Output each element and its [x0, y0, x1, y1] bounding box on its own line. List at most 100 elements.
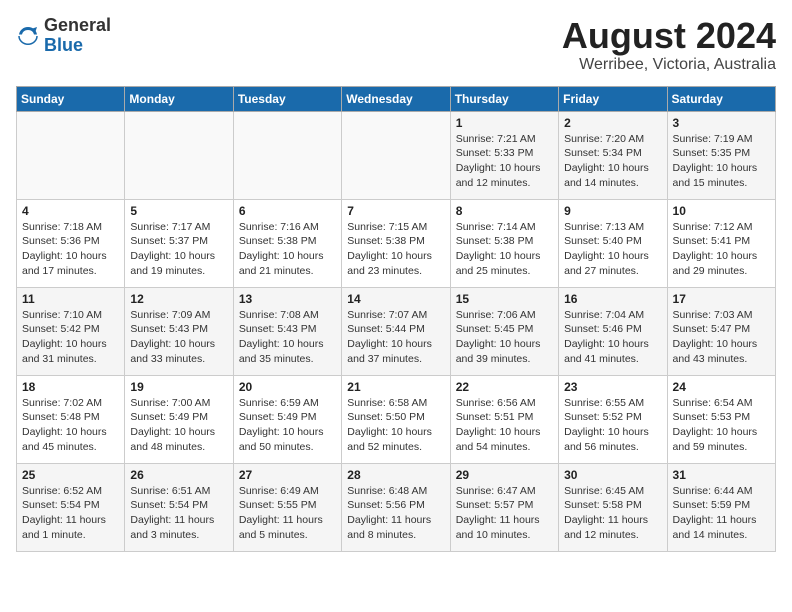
day-info: Sunrise: 7:10 AM Sunset: 5:42 PM Dayligh…: [22, 308, 119, 367]
day-number: 10: [673, 204, 770, 218]
calendar-cell: 23 Sunrise: 6:55 AM Sunset: 5:52 PM Dayli…: [559, 375, 667, 463]
calendar-cell: 19Sunrise: 7:00 AM Sunset: 5:49 PM Dayli…: [125, 375, 233, 463]
day-number: 19: [130, 380, 227, 394]
day-info: Sunrise: 7:02 AM Sunset: 5:48 PM Dayligh…: [22, 396, 119, 455]
day-info: Sunrise: 7:08 AM Sunset: 5:43 PM Dayligh…: [239, 308, 336, 367]
day-number: 8: [456, 204, 553, 218]
location-title: Werribee, Victoria, Australia: [562, 56, 776, 74]
calendar-week-row: 25Sunrise: 6:52 AM Sunset: 5:54 PM Dayli…: [17, 463, 776, 551]
day-info: Sunrise: 7:16 AM Sunset: 5:38 PM Dayligh…: [239, 220, 336, 279]
day-info: Sunrise: 6:45 AM Sunset: 5:58 PM Dayligh…: [564, 484, 661, 543]
calendar-cell: 29 Sunrise: 6:47 AM Sunset: 5:57 PM Dayli…: [450, 463, 558, 551]
day-info: Sunrise: 7:07 AM Sunset: 5:44 PM Dayligh…: [347, 308, 444, 367]
calendar-cell: 11 Sunrise: 7:10 AM Sunset: 5:42 PM Dayli…: [17, 287, 125, 375]
day-number: 20: [239, 380, 336, 394]
calendar-table: SundayMondayTuesdayWednesdayThursdayFrid…: [16, 86, 776, 552]
day-number: 31: [673, 468, 770, 482]
title-block: August 2024 Werribee, Victoria, Australi…: [562, 16, 776, 74]
page-header: General Blue August 2024 Werribee, Victo…: [16, 16, 776, 74]
calendar-cell: 30 Sunrise: 6:45 AM Sunset: 5:58 PM Dayli…: [559, 463, 667, 551]
day-number: 4: [22, 204, 119, 218]
calendar-cell: [125, 111, 233, 199]
calendar-week-row: 1 Sunrise: 7:21 AM Sunset: 5:33 PM Daylig…: [17, 111, 776, 199]
calendar-cell: 12Sunrise: 7:09 AM Sunset: 5:43 PM Dayli…: [125, 287, 233, 375]
day-number: 29: [456, 468, 553, 482]
day-info: Sunrise: 7:19 AM Sunset: 5:35 PM Dayligh…: [673, 132, 770, 191]
day-info: Sunrise: 7:13 AM Sunset: 5:40 PM Dayligh…: [564, 220, 661, 279]
calendar-cell: [342, 111, 450, 199]
day-info: Sunrise: 6:51 AM Sunset: 5:54 PM Dayligh…: [130, 484, 227, 543]
calendar-cell: 13 Sunrise: 7:08 AM Sunset: 5:43 PM Dayli…: [233, 287, 341, 375]
calendar-cell: 21Sunrise: 6:58 AM Sunset: 5:50 PM Dayli…: [342, 375, 450, 463]
day-number: 22: [456, 380, 553, 394]
day-number: 3: [673, 116, 770, 130]
day-info: Sunrise: 6:49 AM Sunset: 5:55 PM Dayligh…: [239, 484, 336, 543]
day-info: Sunrise: 7:04 AM Sunset: 5:46 PM Dayligh…: [564, 308, 661, 367]
weekday-header-row: SundayMondayTuesdayWednesdayThursdayFrid…: [17, 86, 776, 111]
calendar-cell: 10Sunrise: 7:12 AM Sunset: 5:41 PM Dayli…: [667, 199, 775, 287]
day-info: Sunrise: 7:14 AM Sunset: 5:38 PM Dayligh…: [456, 220, 553, 279]
day-info: Sunrise: 6:47 AM Sunset: 5:57 PM Dayligh…: [456, 484, 553, 543]
day-number: 14: [347, 292, 444, 306]
weekday-header: Monday: [125, 86, 233, 111]
day-number: 28: [347, 468, 444, 482]
day-number: 30: [564, 468, 661, 482]
calendar-cell: 24Sunrise: 6:54 AM Sunset: 5:53 PM Dayli…: [667, 375, 775, 463]
calendar-cell: 26 Sunrise: 6:51 AM Sunset: 5:54 PM Dayli…: [125, 463, 233, 551]
day-number: 25: [22, 468, 119, 482]
day-number: 12: [130, 292, 227, 306]
logo-blue: Blue: [44, 35, 83, 55]
logo: General Blue: [16, 16, 111, 56]
calendar-cell: 25Sunrise: 6:52 AM Sunset: 5:54 PM Dayli…: [17, 463, 125, 551]
day-info: Sunrise: 6:56 AM Sunset: 5:51 PM Dayligh…: [456, 396, 553, 455]
day-number: 9: [564, 204, 661, 218]
calendar-cell: 9 Sunrise: 7:13 AM Sunset: 5:40 PM Daylig…: [559, 199, 667, 287]
month-title: August 2024: [562, 16, 776, 56]
calendar-cell: 14 Sunrise: 7:07 AM Sunset: 5:44 PM Dayli…: [342, 287, 450, 375]
day-number: 13: [239, 292, 336, 306]
day-number: 21: [347, 380, 444, 394]
day-number: 24: [673, 380, 770, 394]
logo-general: General: [44, 15, 111, 35]
calendar-cell: 20Sunrise: 6:59 AM Sunset: 5:49 PM Dayli…: [233, 375, 341, 463]
calendar-cell: 22 Sunrise: 6:56 AM Sunset: 5:51 PM Dayli…: [450, 375, 558, 463]
day-number: 7: [347, 204, 444, 218]
calendar-cell: 17Sunrise: 7:03 AM Sunset: 5:47 PM Dayli…: [667, 287, 775, 375]
calendar-cell: 2Sunrise: 7:20 AM Sunset: 5:34 PM Daylig…: [559, 111, 667, 199]
calendar-cell: 8 Sunrise: 7:14 AM Sunset: 5:38 PM Daylig…: [450, 199, 558, 287]
day-number: 27: [239, 468, 336, 482]
day-number: 26: [130, 468, 227, 482]
calendar-cell: 6 Sunrise: 7:16 AM Sunset: 5:38 PM Daylig…: [233, 199, 341, 287]
calendar-cell: 5 Sunrise: 7:17 AM Sunset: 5:37 PM Daylig…: [125, 199, 233, 287]
day-info: Sunrise: 7:17 AM Sunset: 5:37 PM Dayligh…: [130, 220, 227, 279]
day-info: Sunrise: 6:44 AM Sunset: 5:59 PM Dayligh…: [673, 484, 770, 543]
calendar-cell: 3 Sunrise: 7:19 AM Sunset: 5:35 PM Daylig…: [667, 111, 775, 199]
day-info: Sunrise: 6:48 AM Sunset: 5:56 PM Dayligh…: [347, 484, 444, 543]
day-number: 5: [130, 204, 227, 218]
day-number: 15: [456, 292, 553, 306]
day-info: Sunrise: 7:06 AM Sunset: 5:45 PM Dayligh…: [456, 308, 553, 367]
calendar-cell: 15 Sunrise: 7:06 AM Sunset: 5:45 PM Dayli…: [450, 287, 558, 375]
calendar-cell: 16 Sunrise: 7:04 AM Sunset: 5:46 PM Dayli…: [559, 287, 667, 375]
calendar-cell: 28 Sunrise: 6:48 AM Sunset: 5:56 PM Dayli…: [342, 463, 450, 551]
calendar-week-row: 11 Sunrise: 7:10 AM Sunset: 5:42 PM Dayli…: [17, 287, 776, 375]
calendar-cell: 27 Sunrise: 6:49 AM Sunset: 5:55 PM Dayli…: [233, 463, 341, 551]
day-number: 18: [22, 380, 119, 394]
day-info: Sunrise: 7:21 AM Sunset: 5:33 PM Dayligh…: [456, 132, 553, 191]
calendar-cell: 31 Sunrise: 6:44 AM Sunset: 5:59 PM Dayli…: [667, 463, 775, 551]
day-number: 6: [239, 204, 336, 218]
day-info: Sunrise: 7:18 AM Sunset: 5:36 PM Dayligh…: [22, 220, 119, 279]
day-number: 11: [22, 292, 119, 306]
calendar-week-row: 18 Sunrise: 7:02 AM Sunset: 5:48 PM Dayli…: [17, 375, 776, 463]
day-number: 1: [456, 116, 553, 130]
day-info: Sunrise: 7:15 AM Sunset: 5:38 PM Dayligh…: [347, 220, 444, 279]
day-number: 16: [564, 292, 661, 306]
calendar-cell: 1 Sunrise: 7:21 AM Sunset: 5:33 PM Daylig…: [450, 111, 558, 199]
weekday-header: Friday: [559, 86, 667, 111]
day-info: Sunrise: 6:55 AM Sunset: 5:52 PM Dayligh…: [564, 396, 661, 455]
calendar-cell: [233, 111, 341, 199]
day-number: 23: [564, 380, 661, 394]
weekday-header: Thursday: [450, 86, 558, 111]
calendar-cell: [17, 111, 125, 199]
day-info: Sunrise: 7:20 AM Sunset: 5:34 PM Dayligh…: [564, 132, 661, 191]
